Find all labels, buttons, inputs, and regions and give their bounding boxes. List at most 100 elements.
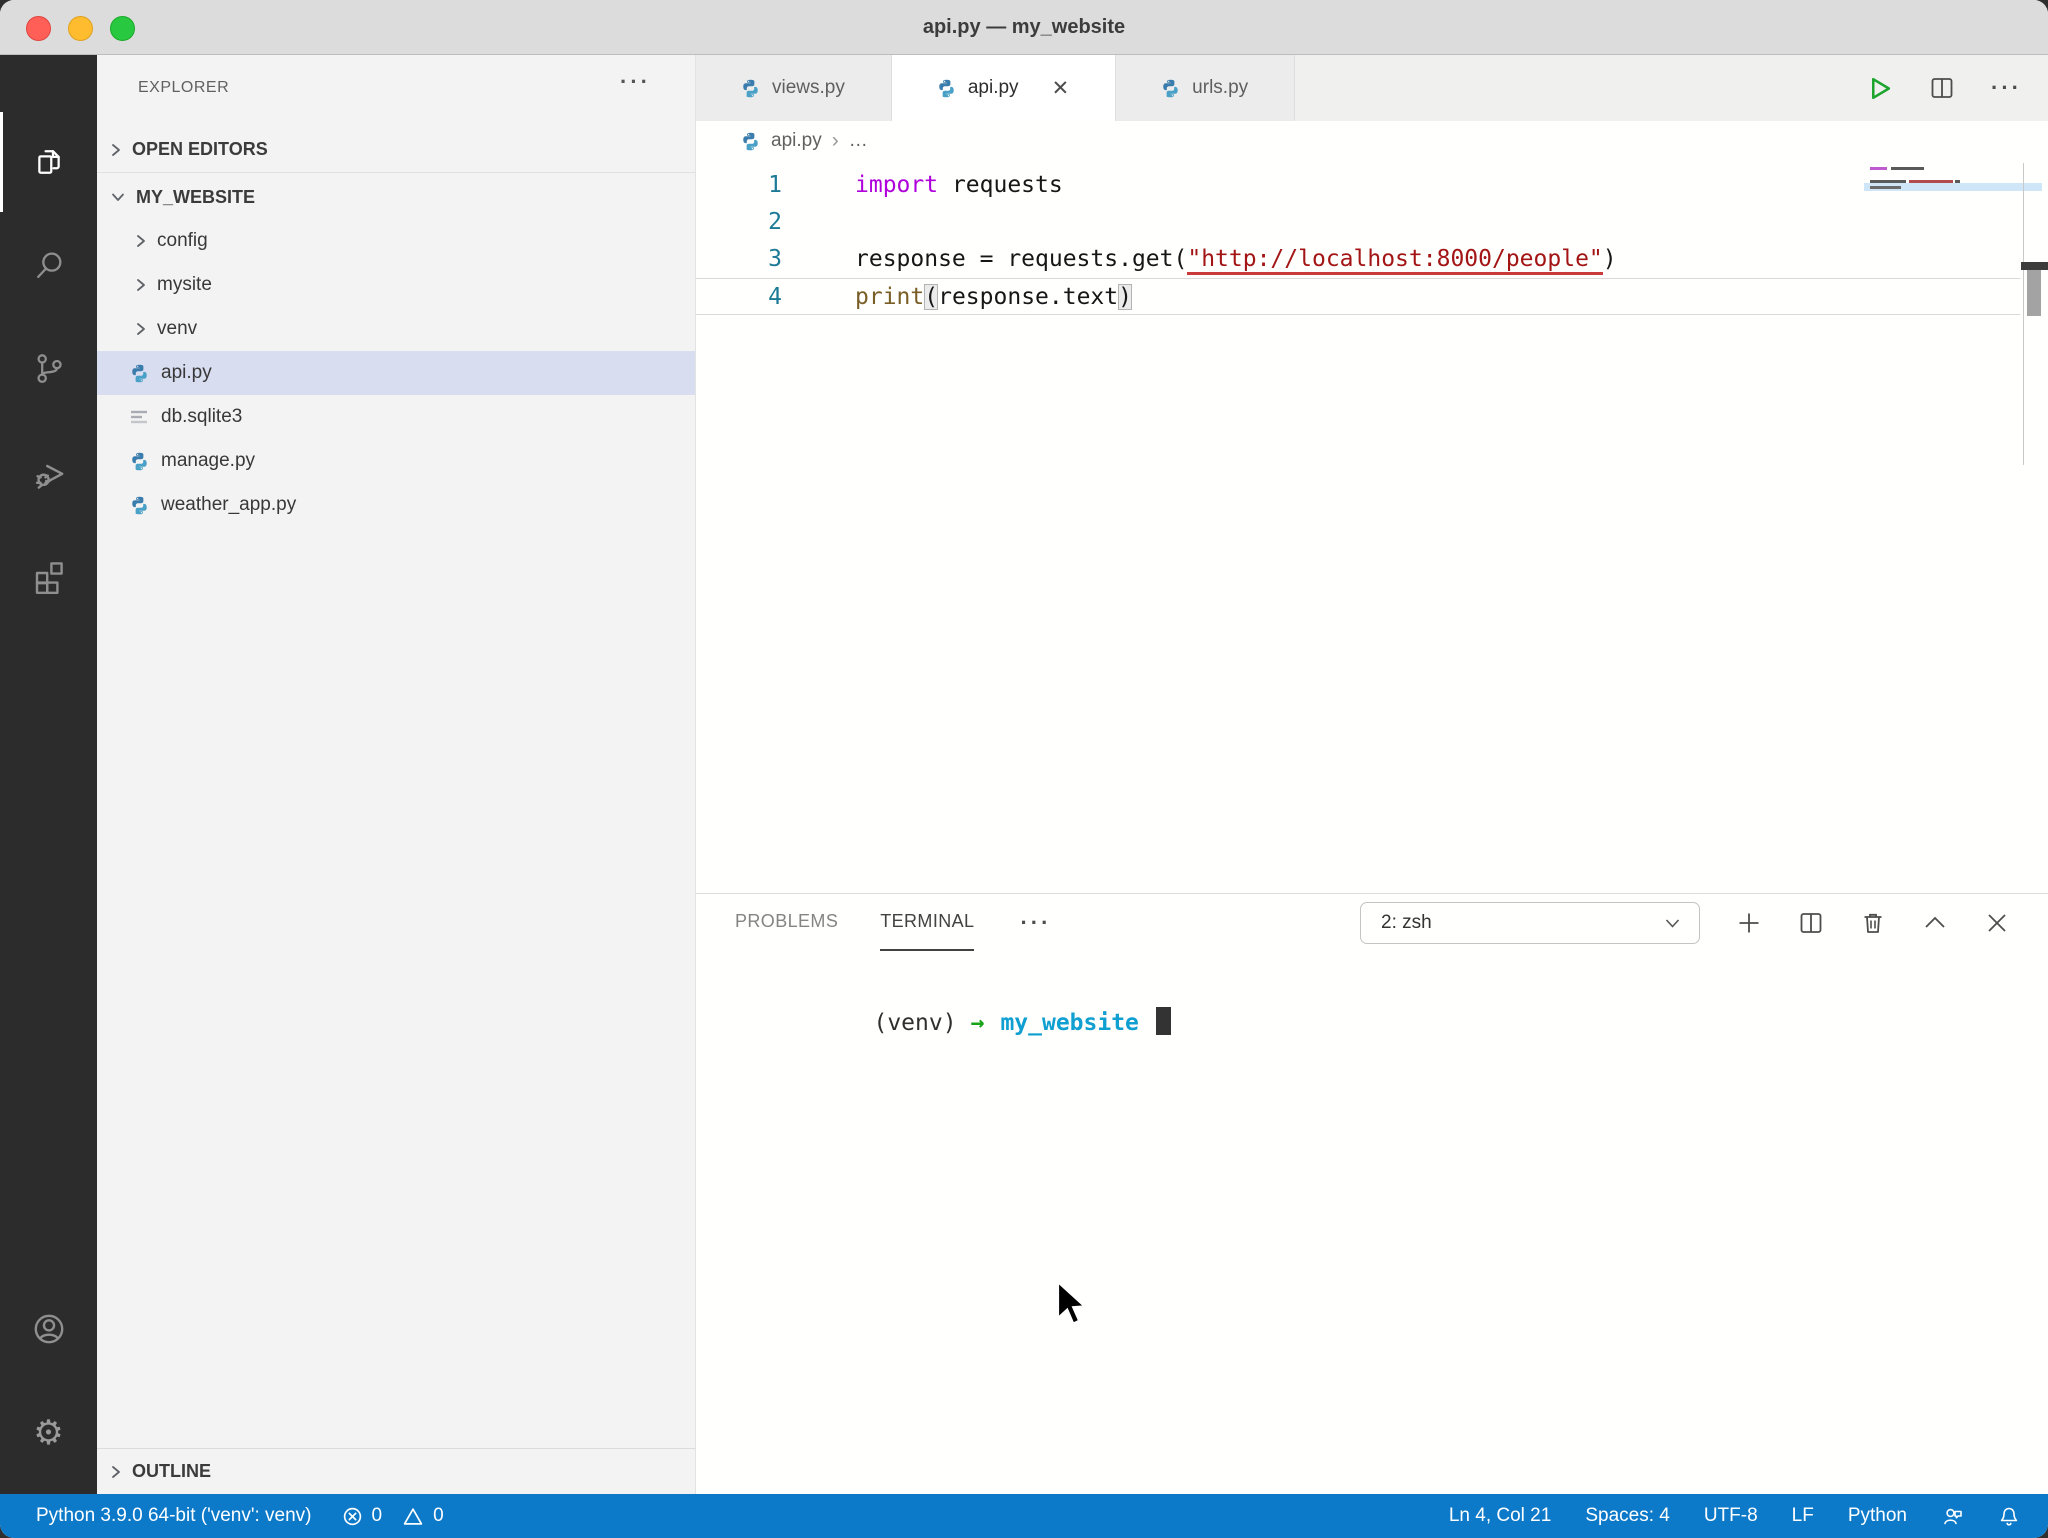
new-terminal-button[interactable]: [1736, 910, 1762, 936]
breadcrumb-symbol-ellipsis[interactable]: …: [849, 130, 868, 152]
source-control-icon: [36, 354, 62, 383]
editor-area: views.py✕ api.py ✕ urls.py✕ ··· api.py › …: [696, 55, 2048, 1494]
cursor-position-status[interactable]: Ln 4, Col 21: [1449, 1505, 1551, 1527]
prompt-arrow-icon: →: [970, 1010, 985, 1036]
chevron-down-icon: [110, 191, 126, 203]
chevron-right-icon: [110, 1464, 122, 1480]
feedback-icon: [1944, 1508, 1962, 1525]
close-tab-button[interactable]: ✕: [1052, 78, 1070, 99]
editor-tab-views.py[interactable]: views.py✕: [696, 55, 892, 121]
python-interpreter-status[interactable]: Python 3.9.0 64-bit ('venv': venv): [36, 1505, 312, 1527]
activity-extensions[interactable]: [0, 526, 97, 626]
line-number: 1: [768, 172, 782, 198]
editor-title-actions: ···: [1866, 55, 2022, 121]
activity-bar: ⚙: [0, 55, 97, 1494]
tab-label: urls.py: [1192, 77, 1249, 98]
terminal-prompt: (venv) → my_website: [735, 968, 1171, 1036]
line-number: 2: [768, 209, 782, 235]
chevron-right-icon: [112, 1465, 120, 1478]
code-editor[interactable]: 1 import requests 2 3 response = requests.ge…: [696, 161, 2048, 899]
workspace-label: MY_WEBSITE: [136, 186, 256, 207]
close-panel-button[interactable]: [1984, 910, 2010, 936]
breadcrumb-file[interactable]: api.py: [771, 130, 822, 152]
code-line-1[interactable]: 1 import requests: [696, 167, 2020, 204]
python-icon: [743, 132, 758, 150]
bottom-panel: PROBLEMS TERMINAL ··· 2: zsh (venv) → my…: [696, 893, 2048, 1494]
editor-more-actions-button[interactable]: ···: [1991, 77, 2022, 99]
terminal-venv-prefix: (venv): [873, 1010, 957, 1036]
status-right: Ln 4, Col 21 Spaces: 4 UTF-8 LF Python: [1449, 1505, 2048, 1527]
activity-account[interactable]: [0, 1279, 97, 1379]
panel-more-actions-button[interactable]: ···: [1020, 911, 1051, 934]
tree-item-label: venv: [157, 318, 198, 339]
panel-actions: 2: zsh: [1360, 901, 2048, 944]
tree-item-api.py[interactable]: api.py: [97, 351, 695, 395]
tree-item-weather_app.py[interactable]: weather_app.py: [97, 483, 695, 527]
feedback-status[interactable]: [1941, 1505, 1964, 1527]
open-editors-label: OPEN EDITORS: [132, 139, 268, 159]
tab-label: views.py: [772, 77, 845, 98]
python-icon: [1163, 79, 1178, 97]
terminal[interactable]: (venv) → my_website: [696, 951, 2048, 1494]
files-icon: [37, 150, 60, 174]
chevron-down-icon: [112, 193, 124, 201]
line-number: 4: [768, 284, 782, 310]
code-line-2[interactable]: 2: [696, 204, 2020, 241]
python-icon: [743, 79, 758, 97]
editor-tab-api.py[interactable]: api.py ✕: [891, 55, 1117, 121]
outline-section[interactable]: OUTLINE: [97, 1448, 695, 1494]
activity-run-debug[interactable]: [0, 422, 97, 522]
activity-search[interactable]: [0, 215, 97, 315]
tree-item-db.sqlite3[interactable]: db.sqlite3: [97, 395, 695, 439]
window-title: api.py — my_website: [922, 16, 1126, 38]
tree-item-mysite[interactable]: mysite: [97, 263, 695, 307]
workspace-root-section[interactable]: MY_WEBSITE: [97, 175, 695, 219]
activity-explorer[interactable]: [0, 112, 97, 212]
split-editor-button[interactable]: [1929, 75, 1955, 101]
account-icon: [34, 1314, 63, 1344]
sidebar-title: EXPLORER: [138, 79, 230, 96]
tree-item-venv[interactable]: venv: [97, 307, 695, 351]
panel-tab-problems[interactable]: PROBLEMS: [735, 894, 838, 951]
chevron-right-icon: [137, 235, 145, 247]
tree-item-label: config: [157, 230, 208, 251]
status-bar: Python 3.9.0 64-bit ('venv': venv) 0 0 L…: [0, 1494, 2048, 1538]
code-line-3[interactable]: 3 response = requests.get("http://localho…: [696, 241, 2020, 278]
explorer-more-actions-button[interactable]: ···: [620, 69, 651, 95]
scrollbar-marker: [2021, 262, 2048, 270]
titlebar: api.py — my_website: [0, 0, 2048, 55]
indentation-status[interactable]: Spaces: 4: [1585, 1505, 1670, 1527]
panel-header: PROBLEMS TERMINAL ··· 2: zsh: [696, 894, 2048, 951]
python-icon: [131, 452, 147, 470]
kill-terminal-trash-button[interactable]: [1860, 910, 1886, 936]
open-editors-section[interactable]: OPEN EDITORS: [97, 127, 695, 173]
database-file-icon: [131, 410, 147, 424]
notifications-status[interactable]: [1998, 1505, 2020, 1527]
mouse-pointer: [1056, 1280, 1088, 1326]
code-line-4[interactable]: 4 print(response.text): [696, 278, 2020, 315]
chevron-right-icon: [112, 143, 120, 156]
tab-label: api.py: [967, 77, 1019, 98]
tree-item-config[interactable]: config: [97, 219, 695, 263]
encoding-status[interactable]: UTF-8: [1704, 1505, 1758, 1527]
tree-item-manage.py[interactable]: manage.py: [97, 439, 695, 483]
minimap[interactable]: [1864, 163, 2042, 249]
problems-status[interactable]: 0 0: [342, 1505, 444, 1527]
maximize-panel-button[interactable]: [1922, 910, 1948, 936]
activity-source-control[interactable]: [0, 318, 97, 418]
sidebar-header: EXPLORER ···: [97, 55, 695, 125]
panel-tab-terminal[interactable]: TERMINAL: [880, 894, 975, 951]
line-text: print(response.text): [855, 284, 1132, 310]
panel-tabs: PROBLEMS TERMINAL: [735, 894, 1016, 951]
eol-status[interactable]: LF: [1792, 1505, 1814, 1527]
chevron-right-icon: [110, 142, 122, 158]
vscode-window: api.py — my_website ⚙ EXPLORER ··· OPEN …: [0, 0, 2048, 1538]
activity-settings[interactable]: ⚙: [0, 1383, 97, 1483]
breadcrumb[interactable]: api.py › …: [696, 121, 2048, 161]
scrollbar-thumb[interactable]: [2027, 270, 2041, 316]
split-terminal-button[interactable]: [1798, 910, 1824, 936]
language-mode-status[interactable]: Python: [1848, 1505, 1907, 1527]
run-python-file-button[interactable]: [1866, 75, 1893, 102]
editor-tab-urls.py[interactable]: urls.py✕: [1116, 55, 1296, 121]
terminal-shell-select[interactable]: 2: zsh: [1360, 901, 1700, 944]
